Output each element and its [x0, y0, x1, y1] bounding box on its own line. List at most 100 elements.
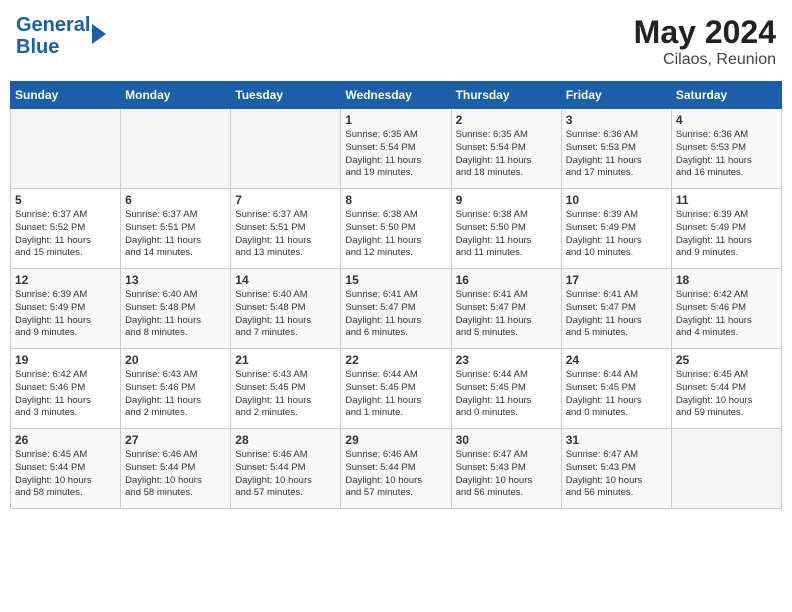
day-cell: 25 Sunrise: 6:45 AMSunset: 5:44 PMDayligh… — [671, 349, 781, 429]
header-row: SundayMondayTuesdayWednesdayThursdayFrid… — [11, 82, 782, 109]
day-cell: 13Sunrise: 6:40 AMSunset: 5:48 PMDayligh… — [121, 269, 231, 349]
day-number: 1 — [345, 113, 446, 127]
calendar-body: 1 Sunrise: 6:35 AMSunset: 5:54 PMDaylight… — [11, 109, 782, 509]
day-cell — [11, 109, 121, 189]
day-cell: 12Sunrise: 6:39 AMSunset: 5:49 PMDayligh… — [11, 269, 121, 349]
day-number: 26 — [15, 433, 116, 447]
day-cell: 7 Sunrise: 6:37 AMSunset: 5:51 PMDaylight… — [231, 189, 341, 269]
day-info: Sunrise: 6:42 AMSunset: 5:46 PMDaylight:… — [15, 369, 116, 420]
day-number: 10 — [566, 193, 667, 207]
day-number: 29 — [345, 433, 446, 447]
day-number: 30 — [456, 433, 557, 447]
day-cell: 29 Sunrise: 6:46 AMSunset: 5:44 PMDayligh… — [341, 429, 451, 509]
day-info: Sunrise: 6:36 AMSunset: 5:53 PMDaylight:… — [676, 129, 777, 180]
day-number: 4 — [676, 113, 777, 127]
logo-arrow-icon — [92, 24, 106, 44]
day-number: 12 — [15, 273, 116, 287]
column-header-sunday: Sunday — [11, 82, 121, 109]
day-cell: 8 Sunrise: 6:38 AMSunset: 5:50 PMDaylight… — [341, 189, 451, 269]
column-header-thursday: Thursday — [451, 82, 561, 109]
day-info: Sunrise: 6:37 AMSunset: 5:52 PMDaylight:… — [15, 209, 116, 260]
day-cell: 18 Sunrise: 6:42 AMSunset: 5:46 PMDayligh… — [671, 269, 781, 349]
day-info: Sunrise: 6:38 AMSunset: 5:50 PMDaylight:… — [345, 209, 446, 260]
day-info: Sunrise: 6:46 AMSunset: 5:44 PMDaylight:… — [125, 449, 226, 500]
logo-text: General Blue — [16, 14, 90, 58]
day-cell: 23Sunrise: 6:44 AMSunset: 5:45 PMDayligh… — [451, 349, 561, 429]
day-number: 5 — [15, 193, 116, 207]
day-number: 7 — [235, 193, 336, 207]
day-number: 25 — [676, 353, 777, 367]
day-cell: 24 Sunrise: 6:44 AMSunset: 5:45 PMDayligh… — [561, 349, 671, 429]
day-cell: 26Sunrise: 6:45 AMSunset: 5:44 PMDayligh… — [11, 429, 121, 509]
week-row-2: 5 Sunrise: 6:37 AMSunset: 5:52 PMDaylight… — [11, 189, 782, 269]
day-info: Sunrise: 6:46 AMSunset: 5:44 PMDaylight:… — [345, 449, 446, 500]
day-cell: 2 Sunrise: 6:35 AMSunset: 5:54 PMDaylight… — [451, 109, 561, 189]
day-number: 2 — [456, 113, 557, 127]
day-cell: 3 Sunrise: 6:36 AMSunset: 5:53 PMDaylight… — [561, 109, 671, 189]
day-number: 6 — [125, 193, 226, 207]
day-cell: 14Sunrise: 6:40 AMSunset: 5:48 PMDayligh… — [231, 269, 341, 349]
column-header-friday: Friday — [561, 82, 671, 109]
day-info: Sunrise: 6:37 AMSunset: 5:51 PMDaylight:… — [235, 209, 336, 260]
day-cell: 21 Sunrise: 6:43 AMSunset: 5:45 PMDayligh… — [231, 349, 341, 429]
week-row-5: 26Sunrise: 6:45 AMSunset: 5:44 PMDayligh… — [11, 429, 782, 509]
day-cell: 17Sunrise: 6:41 AMSunset: 5:47 PMDayligh… — [561, 269, 671, 349]
day-number: 28 — [235, 433, 336, 447]
day-info: Sunrise: 6:46 AMSunset: 5:44 PMDaylight:… — [235, 449, 336, 500]
week-row-4: 19 Sunrise: 6:42 AMSunset: 5:46 PMDayligh… — [11, 349, 782, 429]
day-number: 20 — [125, 353, 226, 367]
day-info: Sunrise: 6:40 AMSunset: 5:48 PMDaylight:… — [125, 289, 226, 340]
day-number: 14 — [235, 273, 336, 287]
day-info: Sunrise: 6:36 AMSunset: 5:53 PMDaylight:… — [566, 129, 667, 180]
day-info: Sunrise: 6:41 AMSunset: 5:47 PMDaylight:… — [345, 289, 446, 340]
day-info: Sunrise: 6:44 AMSunset: 5:45 PMDaylight:… — [566, 369, 667, 420]
day-info: Sunrise: 6:35 AMSunset: 5:54 PMDaylight:… — [345, 129, 446, 180]
day-info: Sunrise: 6:41 AMSunset: 5:47 PMDaylight:… — [456, 289, 557, 340]
day-info: Sunrise: 6:38 AMSunset: 5:50 PMDaylight:… — [456, 209, 557, 260]
day-number: 18 — [676, 273, 777, 287]
day-cell: 20Sunrise: 6:43 AMSunset: 5:46 PMDayligh… — [121, 349, 231, 429]
day-info: Sunrise: 6:47 AMSunset: 5:43 PMDaylight:… — [566, 449, 667, 500]
day-cell: 31 Sunrise: 6:47 AMSunset: 5:43 PMDayligh… — [561, 429, 671, 509]
column-header-wednesday: Wednesday — [341, 82, 451, 109]
day-cell: 16 Sunrise: 6:41 AMSunset: 5:47 PMDayligh… — [451, 269, 561, 349]
day-cell: 10Sunrise: 6:39 AMSunset: 5:49 PMDayligh… — [561, 189, 671, 269]
day-cell: 28 Sunrise: 6:46 AMSunset: 5:44 PMDayligh… — [231, 429, 341, 509]
day-number: 8 — [345, 193, 446, 207]
day-cell: 30Sunrise: 6:47 AMSunset: 5:43 PMDayligh… — [451, 429, 561, 509]
day-cell: 6 Sunrise: 6:37 AMSunset: 5:51 PMDaylight… — [121, 189, 231, 269]
day-number: 22 — [345, 353, 446, 367]
day-number: 27 — [125, 433, 226, 447]
day-info: Sunrise: 6:44 AMSunset: 5:45 PMDaylight:… — [345, 369, 446, 420]
day-cell: 15 Sunrise: 6:41 AMSunset: 5:47 PMDayligh… — [341, 269, 451, 349]
day-number: 3 — [566, 113, 667, 127]
day-info: Sunrise: 6:42 AMSunset: 5:46 PMDaylight:… — [676, 289, 777, 340]
day-cell — [231, 109, 341, 189]
day-info: Sunrise: 6:41 AMSunset: 5:47 PMDaylight:… — [566, 289, 667, 340]
column-header-tuesday: Tuesday — [231, 82, 341, 109]
day-info: Sunrise: 6:43 AMSunset: 5:45 PMDaylight:… — [235, 369, 336, 420]
day-cell — [121, 109, 231, 189]
day-number: 16 — [456, 273, 557, 287]
day-info: Sunrise: 6:45 AMSunset: 5:44 PMDaylight:… — [676, 369, 777, 420]
day-number: 9 — [456, 193, 557, 207]
day-number: 19 — [15, 353, 116, 367]
day-number: 15 — [345, 273, 446, 287]
day-number: 24 — [566, 353, 667, 367]
day-info: Sunrise: 6:37 AMSunset: 5:51 PMDaylight:… — [125, 209, 226, 260]
day-info: Sunrise: 6:35 AMSunset: 5:54 PMDaylight:… — [456, 129, 557, 180]
day-number: 21 — [235, 353, 336, 367]
day-cell: 1 Sunrise: 6:35 AMSunset: 5:54 PMDaylight… — [341, 109, 451, 189]
week-row-1: 1 Sunrise: 6:35 AMSunset: 5:54 PMDaylight… — [11, 109, 782, 189]
day-info: Sunrise: 6:39 AMSunset: 5:49 PMDaylight:… — [676, 209, 777, 260]
column-header-monday: Monday — [121, 82, 231, 109]
calendar-header: SundayMondayTuesdayWednesdayThursdayFrid… — [11, 82, 782, 109]
month-year-title: May 2024 — [634, 14, 776, 51]
day-number: 31 — [566, 433, 667, 447]
day-cell: 9 Sunrise: 6:38 AMSunset: 5:50 PMDaylight… — [451, 189, 561, 269]
day-cell: 27 Sunrise: 6:46 AMSunset: 5:44 PMDayligh… — [121, 429, 231, 509]
location-subtitle: Cilaos, Reunion — [634, 51, 776, 69]
logo: General Blue — [16, 14, 106, 58]
title-block: May 2024 Cilaos, Reunion — [634, 14, 776, 69]
page-header: General Blue May 2024 Cilaos, Reunion — [10, 10, 782, 73]
